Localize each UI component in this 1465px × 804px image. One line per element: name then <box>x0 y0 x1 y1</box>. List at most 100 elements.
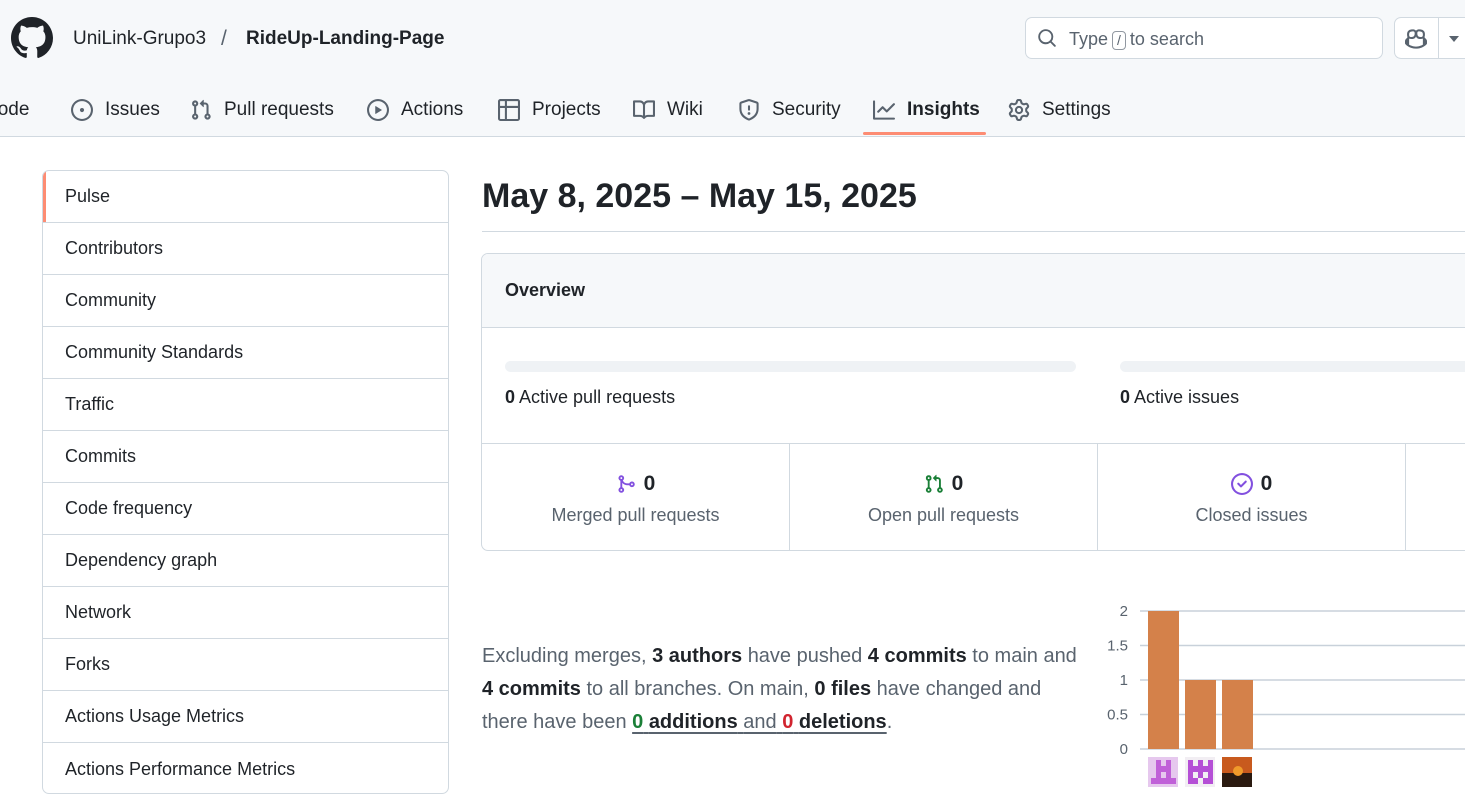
search-input[interactable]: Type / to search <box>1025 17 1383 59</box>
chart-bar[interactable] <box>1222 680 1253 749</box>
table-icon <box>498 98 520 121</box>
additions-count: 0 <box>632 711 644 733</box>
tab-projects[interactable]: Projects <box>498 82 601 137</box>
tab-security[interactable]: Security <box>738 82 841 137</box>
active-issues-bar <box>1120 361 1465 372</box>
sidebar-item-community-standards[interactable]: Community Standards <box>43 327 448 379</box>
repo-header: UniLink-Grupo3 / RideUp-Landing-Page Typ… <box>0 0 1465 137</box>
avatar-pixel <box>1203 778 1208 784</box>
author-avatar[interactable] <box>1185 757 1215 787</box>
chart-bar[interactable] <box>1148 611 1179 749</box>
sidebar-item-network[interactable]: Network <box>43 587 448 639</box>
tab-code-label: Code <box>0 98 30 120</box>
summary-text-4: to all branches. On main, <box>586 678 809 700</box>
active-prs-count: 0 <box>505 387 516 407</box>
avatar-pixel <box>1166 760 1171 766</box>
avatar-pixel <box>1208 766 1213 772</box>
avatar-pixel <box>1208 778 1213 784</box>
page-title: May 8, 2025 – May 15, 2025 <box>482 177 917 215</box>
avatar-pixel <box>1198 760 1203 766</box>
avatar-pixel <box>1161 778 1166 784</box>
breadcrumb-repo[interactable]: RideUp-Landing-Page <box>246 27 444 51</box>
tab-insights[interactable]: Insights <box>873 82 980 137</box>
search-shortcut-key: / <box>1112 31 1126 50</box>
sidebar-item-pulse[interactable]: Pulse <box>43 171 448 223</box>
copilot-button[interactable] <box>1394 17 1465 59</box>
active-prs-bar <box>505 361 1076 372</box>
active-tab-indicator <box>863 132 986 135</box>
open-prs-label: Open pull requests <box>867 505 1020 525</box>
git-merge-icon <box>618 475 635 493</box>
tab-issues-label: Issues <box>105 98 160 120</box>
breadcrumb-owner[interactable]: UniLink-Grupo3 <box>73 27 206 51</box>
sidebar-item-actions-usage-metrics[interactable]: Actions Usage Metrics <box>43 691 448 743</box>
avatar-pixel <box>1166 778 1171 784</box>
tab-wiki[interactable]: Wiki <box>633 82 703 137</box>
sidebar-item-actions-performance-metrics[interactable]: Actions Performance Metrics <box>43 743 448 793</box>
sidebar-item-traffic[interactable]: Traffic <box>43 379 448 431</box>
open-prs-count: 0 <box>951 472 964 495</box>
sidebar-item-forks[interactable]: Forks <box>43 639 448 691</box>
avatar-pixel <box>1203 766 1208 772</box>
insights-sidebar: Pulse Contributors Community Community S… <box>42 170 449 794</box>
author-commits-chart: 0 0.5 1 1.5 2 <box>1107 603 1465 787</box>
open-prs-number: 0 <box>790 472 1097 496</box>
sidebar-item-community[interactable]: Community <box>43 275 448 327</box>
avatar-pixel <box>1188 766 1193 772</box>
chart-avatars <box>1148 757 1252 787</box>
caret-down-icon[interactable] <box>1448 34 1460 44</box>
avatar-pixel <box>1198 772 1203 778</box>
tab-code[interactable]: Code <box>0 82 29 137</box>
closed-issues-count: 0 <box>1260 472 1273 495</box>
chart-y-tick-label: 0 <box>1120 741 1128 758</box>
tab-actions-label: Actions <box>401 98 464 120</box>
avatar-pixel <box>1188 760 1193 766</box>
merged-prs-label: Merged pull requests <box>551 505 720 525</box>
github-logo-icon[interactable] <box>11 17 53 59</box>
summary-text-2: have pushed <box>747 645 863 667</box>
tab-settings[interactable]: Settings <box>1008 82 1111 137</box>
additions-word: additions <box>648 711 738 733</box>
summary-commits-main: 4 commits <box>867 645 967 667</box>
active-prs-label: Active pull requests <box>519 387 676 407</box>
avatar-pixel <box>1166 766 1171 772</box>
avatar-pixel <box>1188 772 1193 778</box>
commit-summary: Excluding merges, 3 authors have pushed … <box>482 640 1092 739</box>
avatar-pixel <box>1193 778 1198 784</box>
deletions-count: 0 <box>782 711 794 733</box>
issue-icon <box>71 98 93 121</box>
tab-insights-label: Insights <box>907 98 980 120</box>
avatar-pixel <box>1161 766 1166 772</box>
tab-pull-requests[interactable]: Pull requests <box>190 82 334 137</box>
open-prs-cell[interactable]: 0 Open pull requests <box>790 444 1098 550</box>
summary-authors: 3 authors <box>652 645 743 667</box>
sidebar-item-contributors[interactable]: Contributors <box>43 223 448 275</box>
search-placeholder: Type / to search <box>1069 28 1204 50</box>
active-issues-link[interactable]: 0 Active issues <box>1120 387 1239 408</box>
closed-issues-label: Closed issues <box>1195 505 1308 525</box>
tab-issues[interactable]: Issues <box>71 82 160 137</box>
avatar-pixel <box>1188 778 1193 784</box>
tab-actions[interactable]: Actions <box>367 82 463 137</box>
avatar-pixel <box>1156 760 1161 766</box>
avatar-pixel <box>1171 778 1176 784</box>
tab-settings-label: Settings <box>1042 98 1111 120</box>
closed-issues-cell[interactable]: 0 Closed issues <box>1098 444 1406 550</box>
additions-deletions-link[interactable]: 0 additions and 0 deletions <box>632 711 887 733</box>
book-icon <box>633 99 655 119</box>
tab-pull-requests-label: Pull requests <box>224 98 334 120</box>
sidebar-item-dependency-graph[interactable]: Dependency graph <box>43 535 448 587</box>
avatar-pixel <box>1193 766 1198 772</box>
title-divider <box>482 231 1465 232</box>
sidebar-item-commits[interactable]: Commits <box>43 431 448 483</box>
author-avatar[interactable] <box>1148 757 1178 787</box>
merged-prs-cell[interactable]: 0 Merged pull requests <box>482 444 790 550</box>
chart-y-tick-label: 1.5 <box>1107 638 1128 655</box>
active-prs-link[interactable]: 0 Active pull requests <box>505 387 675 408</box>
avatar-pixel <box>1156 766 1161 772</box>
issue-closed-icon <box>1230 473 1253 495</box>
sidebar-item-code-frequency[interactable]: Code frequency <box>43 483 448 535</box>
author-avatar[interactable] <box>1222 757 1252 787</box>
chart-bar[interactable] <box>1185 680 1216 749</box>
graph-icon <box>873 99 895 120</box>
